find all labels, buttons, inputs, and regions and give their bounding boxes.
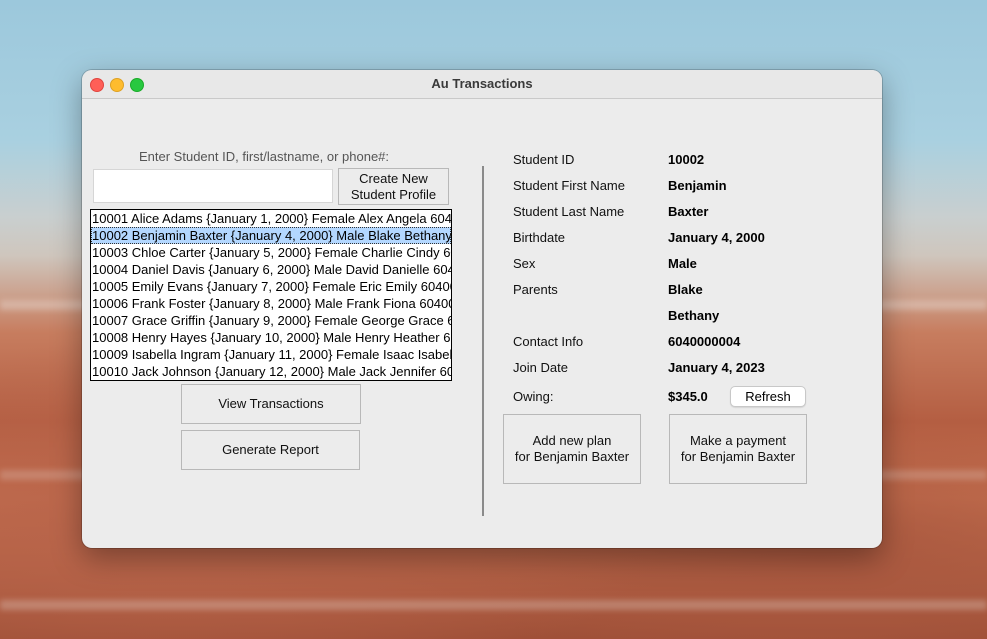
make-payment-button[interactable]: Make a payment for Benjamin Baxter	[669, 414, 807, 484]
list-item[interactable]: 10002 Benjamin Baxter {January 4, 2000} …	[91, 227, 451, 244]
payment-line1: Make a payment	[689, 433, 787, 448]
sex-value: Male	[668, 256, 697, 271]
contact-info-label: Contact Info	[513, 334, 584, 349]
view-transactions-button[interactable]: View Transactions	[181, 384, 361, 424]
list-item[interactable]: 10006 Frank Foster {January 8, 2000} Mal…	[91, 295, 451, 312]
panel-divider	[482, 166, 484, 516]
search-input[interactable]	[93, 169, 333, 203]
contact-info-value: 6040000004	[668, 334, 741, 349]
student-id-label: Student ID	[513, 152, 575, 167]
list-item[interactable]: 10001 Alice Adams {January 1, 2000} Fema…	[91, 210, 451, 227]
generate-report-label: Generate Report	[222, 442, 319, 457]
generate-report-button[interactable]: Generate Report	[181, 430, 360, 470]
join-date-label: Join Date	[513, 360, 568, 375]
search-label: Enter Student ID, first/lastname, or pho…	[139, 149, 390, 164]
create-button-line2: Student Profile	[350, 186, 437, 202]
add-plan-button[interactable]: Add new plan for Benjamin Baxter	[503, 414, 641, 484]
parents-label: Parents	[513, 282, 558, 297]
title-bar: Au Transactions	[82, 70, 882, 99]
app-window: Au Transactions Enter Student ID, first/…	[82, 70, 882, 548]
list-item[interactable]: 10003 Chloe Carter {January 5, 2000} Fem…	[91, 244, 451, 261]
list-item[interactable]: 10010 Jack Johnson {January 12, 2000} Ma…	[91, 363, 451, 380]
list-item[interactable]: 10005 Emily Evans {January 7, 2000} Fema…	[91, 278, 451, 295]
birthdate-value: January 4, 2000	[668, 230, 765, 245]
first-name-value: Benjamin	[668, 178, 727, 193]
add-plan-line1: Add new plan	[532, 433, 612, 448]
list-item[interactable]: 10007 Grace Griffin {January 9, 2000} Fe…	[91, 312, 451, 329]
parent2-value: Bethany	[668, 308, 720, 323]
student-id-value: 10002	[668, 152, 705, 167]
join-date-value: January 4, 2023	[668, 360, 765, 375]
parent1-value: Blake	[668, 282, 703, 297]
sex-label: Sex	[513, 256, 536, 271]
list-item[interactable]: 10009 Isabella Ingram {January 11, 2000}…	[91, 346, 451, 363]
last-name-label: Student Last Name	[513, 204, 625, 219]
create-button-line1: Create New	[359, 170, 428, 186]
create-student-profile-button[interactable]: Create New Student Profile	[338, 168, 449, 205]
owing-label: Owing:	[513, 389, 554, 404]
student-listbox[interactable]: 10001 Alice Adams {January 1, 2000} Fema…	[90, 209, 452, 381]
add-plan-line2: for Benjamin Baxter	[514, 449, 630, 464]
window-title: Au Transactions	[431, 76, 533, 91]
payment-line2: for Benjamin Baxter	[680, 449, 796, 464]
birthdate-label: Birthdate	[513, 230, 566, 245]
list-item[interactable]: 10008 Henry Hayes {January 10, 2000} Mal…	[91, 329, 451, 346]
view-transactions-label: View Transactions	[218, 396, 324, 411]
owing-value: $345.0	[668, 389, 708, 404]
wallpaper-rock-layer	[0, 600, 987, 610]
list-item[interactable]: 10004 Daniel Davis {January 6, 2000} Mal…	[91, 261, 451, 278]
refresh-button[interactable]: Refresh	[730, 386, 806, 407]
last-name-value: Baxter	[668, 204, 709, 219]
first-name-label: Student First Name	[513, 178, 625, 193]
